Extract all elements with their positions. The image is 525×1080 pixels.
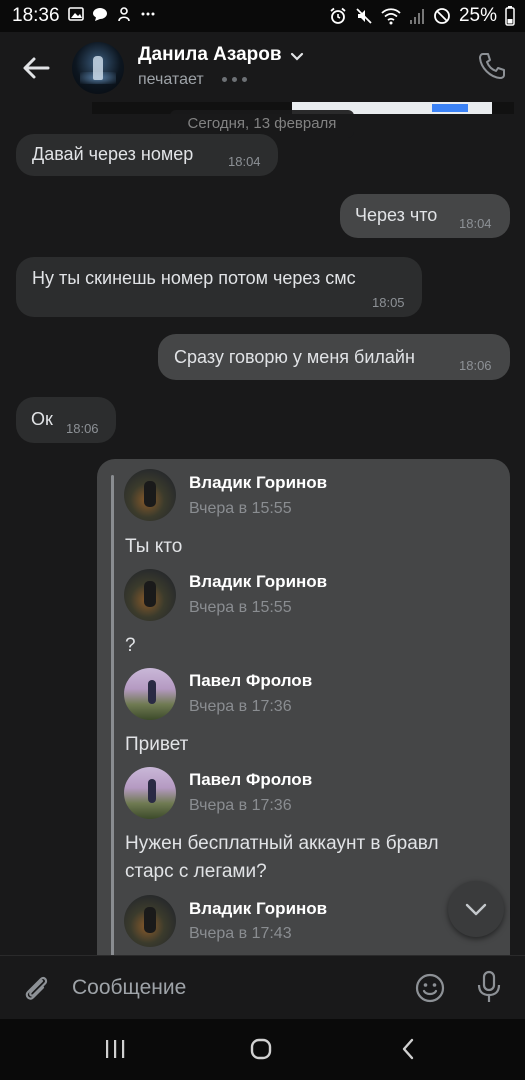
app-icon: [118, 7, 130, 22]
chevron-down-icon[interactable]: [289, 48, 305, 64]
dnd-icon: [434, 8, 450, 24]
message-input[interactable]: [72, 970, 392, 1006]
paperclip-icon[interactable]: [20, 972, 52, 1004]
forwarded-author[interactable]: Владик Горинов: [189, 572, 327, 592]
forwarded-time: Вчера в 17:36: [189, 698, 292, 715]
chat-icon: [93, 8, 107, 21]
message-list[interactable]: Сегодня, 13 февраля Давай через номер 18…: [0, 102, 525, 955]
battery-level: 25%: [458, 5, 497, 26]
message-text: Сразу говорю у меня билайн: [174, 347, 415, 367]
recent-apps-icon[interactable]: [104, 1039, 126, 1059]
status-bar: 18:36 25%: [0, 0, 525, 32]
forwarded-author[interactable]: Владик Горинов: [189, 473, 327, 493]
message-bubble-incoming[interactable]: Давай через номер 18:04: [16, 134, 278, 176]
forwarded-text: Ты кто: [125, 536, 183, 557]
message-bubble-outgoing[interactable]: Через что 18:04: [340, 194, 510, 238]
emoji-icon[interactable]: [414, 972, 446, 1004]
message-text: Давай через номер: [32, 144, 194, 164]
forwarded-author[interactable]: Павел Фролов: [189, 770, 312, 790]
forwarded-messages[interactable]: Владик Горинов Вчера в 15:55 Ты кто Влад…: [97, 459, 510, 955]
avatar[interactable]: [124, 668, 176, 720]
system-nav-bar: [0, 1019, 525, 1080]
phone-icon[interactable]: [476, 50, 508, 82]
status-time: 18:36: [12, 5, 60, 26]
forwarded-text: Нужен бесплатный аккаунт в бравл старс с…: [125, 833, 439, 882]
chevron-down-icon: [465, 903, 487, 916]
forwarded-author[interactable]: Владик Горинов: [189, 899, 327, 919]
nav-back-icon[interactable]: [400, 1037, 416, 1061]
avatar[interactable]: [124, 895, 176, 947]
home-icon[interactable]: [250, 1038, 272, 1060]
message-time: 18:06: [66, 421, 99, 436]
contact-name[interactable]: Данила Азаров: [138, 44, 282, 66]
contact-status: печатает: [138, 71, 204, 88]
forwarded-text: Привет: [125, 734, 189, 755]
more-icon: [141, 12, 155, 16]
message-text: Ок: [31, 409, 53, 429]
chat-header: Данила Азаров печатает: [0, 32, 525, 102]
mute-icon: [356, 8, 372, 24]
message-bubble-incoming[interactable]: Ну ты скинешь номер потом через смс 18:0…: [16, 257, 422, 317]
forwarded-author[interactable]: Павел Фролов: [189, 671, 312, 691]
scroll-down-button[interactable]: [448, 881, 504, 937]
gallery-icon: [68, 7, 84, 21]
signal-icon: [409, 9, 424, 24]
avatar[interactable]: [124, 569, 176, 621]
message-text: Через что: [355, 205, 438, 225]
alarm-icon: [330, 7, 346, 24]
message-text: Ну ты скинешь номер потом через смс: [32, 268, 356, 288]
forwarded-bar: [111, 475, 114, 955]
message-composer: [0, 955, 525, 1019]
wifi-icon: [381, 8, 401, 25]
message-time: 18:05: [372, 295, 405, 310]
battery-icon: [505, 6, 515, 26]
avatar[interactable]: [72, 42, 124, 94]
message-time: 18:04: [459, 216, 492, 231]
forwarded-time: Вчера в 15:55: [189, 599, 292, 616]
back-arrow-icon[interactable]: [18, 50, 54, 86]
microphone-icon[interactable]: [474, 970, 504, 1004]
message-time: 18:04: [228, 154, 261, 169]
forwarded-time: Вчера в 17:36: [189, 797, 292, 814]
avatar[interactable]: [124, 469, 176, 521]
forwarded-time: Вчера в 15:55: [189, 500, 292, 517]
forwarded-time: Вчера в 17:43: [189, 925, 292, 942]
message-time: 18:06: [459, 358, 492, 373]
message-bubble-outgoing[interactable]: Сразу говорю у меня билайн 18:06: [158, 334, 510, 380]
avatar[interactable]: [124, 767, 176, 819]
message-bubble-incoming[interactable]: Ок 18:06: [16, 397, 116, 443]
forwarded-text: ?: [125, 635, 136, 656]
typing-indicator: [222, 77, 247, 82]
